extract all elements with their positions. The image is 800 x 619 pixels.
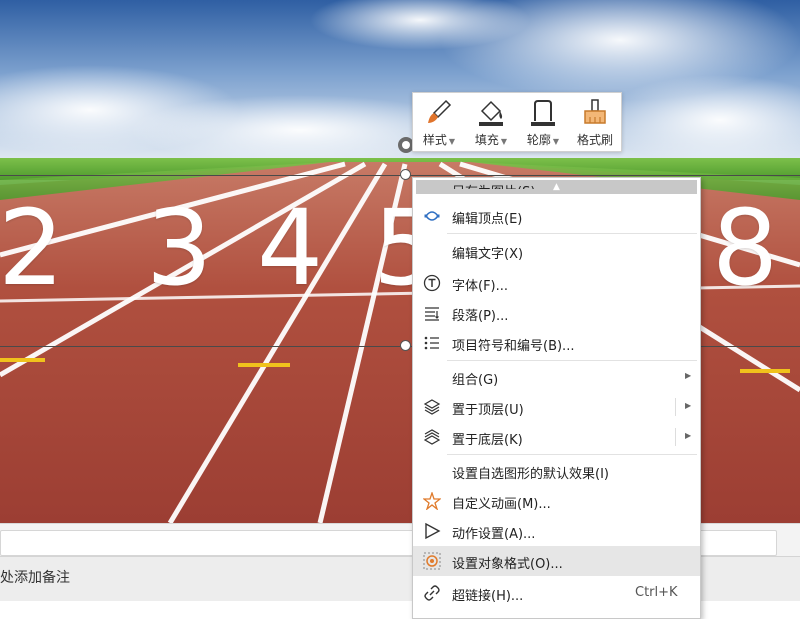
outline-button[interactable]: 轮廓 ▼ (517, 93, 569, 151)
submenu-arrow-icon[interactable]: ▶ (685, 401, 691, 410)
resize-handle-top[interactable] (400, 169, 411, 180)
menu-item-group[interactable]: 组合(G) ▶ (413, 362, 700, 392)
outline-button-label: 轮廓 (526, 133, 551, 147)
menu-item-font[interactable]: 字体(F)... (413, 268, 700, 298)
hyperlink-icon (424, 585, 440, 601)
submenu-arrow-icon[interactable]: ▶ (685, 431, 691, 440)
menu-item-paragraph[interactable]: 段落(P)... (413, 298, 700, 328)
format-object-icon (423, 552, 441, 570)
edit-points-icon (424, 211, 440, 221)
menu-item-hyperlink[interactable]: 超链接(H)... Ctrl+K (413, 578, 700, 608)
format-painter-button[interactable]: 格式刷 (569, 93, 621, 151)
menu-item-label: 设置自选图形的默认效果(I) (452, 467, 609, 482)
style-button-label: 样式 (422, 133, 447, 147)
menu-separator (447, 454, 697, 455)
paintbrush-icon (428, 99, 452, 123)
bullet-list-icon (424, 336, 439, 350)
menu-item-label: 编辑文字(X) (452, 247, 524, 262)
floating-mini-toolbar: 样式 ▼ 填充 ▼ 轮廓 ▼ 格式刷 (412, 92, 622, 152)
lane-number-8: 8 (712, 187, 779, 309)
menu-item-set-default-shape-effect[interactable]: 设置自选图形的默认效果(I) (413, 456, 700, 486)
chevron-down-icon: ▼ (500, 137, 508, 146)
custom-animation-icon (423, 492, 441, 510)
menu-item-label: 置于底层(K) (452, 433, 523, 448)
resize-handle-bottom[interactable] (400, 340, 411, 351)
menu-item-label: 段落(P)... (452, 309, 509, 324)
context-menu: ▲ 另存为图片(S) 编辑顶点(E) 编辑文字(X) 字体(F)... 段落(P… (412, 177, 701, 619)
format-painter-icon (584, 99, 606, 124)
menu-item-partially-hidden: 另存为图片(S) (452, 181, 535, 189)
menu-item-custom-animation[interactable]: 自定义动画(M)... (413, 486, 700, 516)
format-painter-button-label: 格式刷 (576, 133, 613, 147)
menu-item-shortcut: Ctrl+K (635, 585, 678, 600)
menu-item-action-settings[interactable]: 动作设置(A)... (413, 516, 700, 546)
action-settings-icon (425, 522, 441, 540)
menu-item-edit-text[interactable]: 编辑文字(X) (413, 236, 700, 266)
fill-button[interactable]: 填充 ▼ (465, 93, 517, 151)
lane-number-3: 3 (146, 187, 213, 309)
notes-placeholder: 处添加备注 (0, 570, 70, 586)
paint-bucket-icon (479, 100, 503, 126)
send-to-back-icon (423, 429, 441, 445)
menu-separator (447, 360, 697, 361)
menu-item-label: 编辑顶点(E) (452, 212, 523, 227)
menu-item-label: 动作设置(A)... (452, 527, 536, 542)
font-icon (423, 274, 441, 292)
menu-item-edit-points[interactable]: 编辑顶点(E) (413, 201, 700, 231)
menu-item-split-divider (675, 398, 676, 416)
submenu-arrow-icon: ▶ (685, 371, 692, 380)
paragraph-icon (425, 307, 439, 321)
menu-item-label: 置于顶层(U) (452, 403, 524, 418)
style-button[interactable]: 样式 ▼ (413, 93, 465, 151)
outline-shape-icon (531, 100, 555, 126)
bring-to-front-icon (423, 399, 441, 415)
menu-item-bring-to-front[interactable]: 置于顶层(U) ▶ (413, 392, 700, 422)
menu-item-label: 设置对象格式(O)... (452, 557, 563, 572)
menu-item-split-divider (675, 428, 676, 446)
menu-item-label: 超链接(H)... (452, 589, 524, 604)
menu-item-send-to-back[interactable]: 置于底层(K) ▶ (413, 422, 700, 452)
menu-item-label: 组合(G) (452, 373, 499, 388)
lane-number-4: 4 (257, 187, 324, 309)
menu-item-format-object[interactable]: 设置对象格式(O)... (413, 546, 700, 576)
chevron-down-icon: ▼ (448, 137, 456, 146)
chevron-up-icon: ▲ (553, 181, 560, 192)
menu-item-label: 项目符号和编号(B)... (452, 339, 575, 354)
chevron-down-icon: ▼ (552, 137, 560, 146)
menu-item-bullets-numbering[interactable]: 项目符号和编号(B)... (413, 328, 700, 358)
menu-item-label: 自定义动画(M)... (452, 497, 551, 512)
fill-button-label: 填充 (474, 133, 499, 147)
menu-separator (447, 233, 697, 234)
menu-item-label: 字体(F)... (452, 279, 509, 294)
lane-number-2: 2 (0, 187, 65, 309)
